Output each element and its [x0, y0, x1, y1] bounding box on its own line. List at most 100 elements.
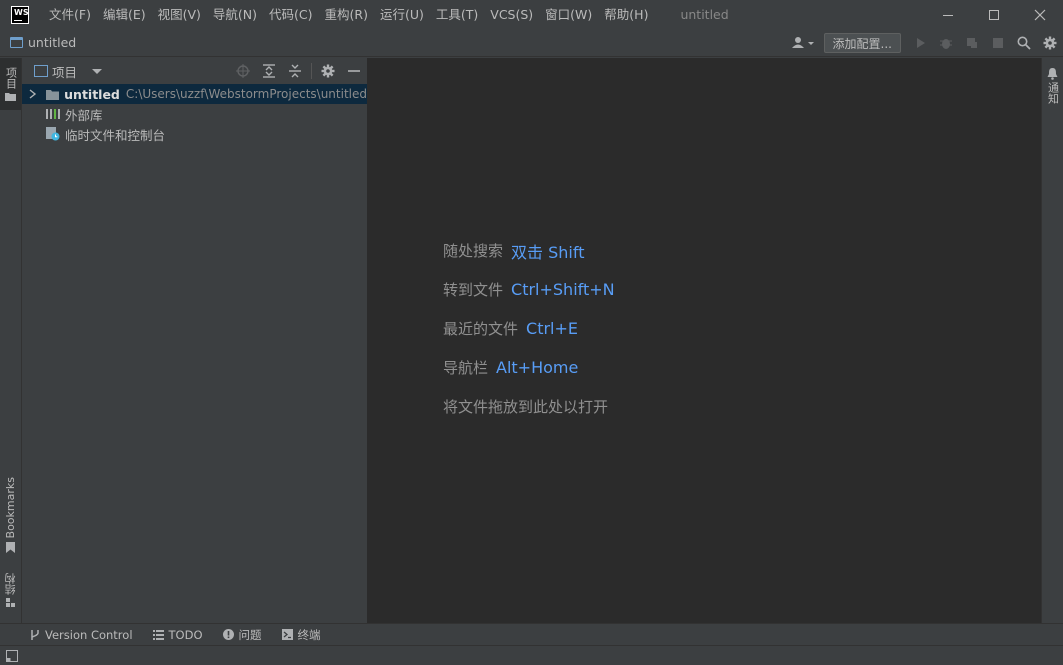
title-bar: WS 文件(F) 编辑(E) 视图(V) 导航(N) 代码(C) 重构(R) 运… — [0, 0, 1063, 29]
hint-goto-file: 转到文件 Ctrl+Shift+N — [443, 270, 615, 309]
hint-search-everywhere: 随处搜索 双击 Shift — [443, 231, 615, 270]
project-panel-header: 项目 — [22, 58, 367, 84]
settings-button[interactable] — [1037, 29, 1063, 57]
tree-item-label: 外部库 — [65, 107, 103, 123]
navigation-bar: untitled 添加配置... — [0, 29, 1063, 57]
breadcrumb[interactable]: untitled — [10, 35, 76, 50]
tree-row-external-libraries[interactable]: 外部库 — [22, 104, 367, 124]
hint-label: 将文件拖放到此处以打开 — [443, 398, 609, 416]
tree-item-label: 临时文件和控制台 — [65, 127, 166, 143]
minus-icon — [348, 70, 360, 72]
collapse-all-button[interactable] — [282, 58, 308, 84]
left-tool-strip: 项目 Bookmarks 结构 — [0, 58, 22, 623]
project-tab-label: 项目 — [4, 67, 18, 89]
right-tool-strip: 通知 — [1041, 58, 1063, 623]
terminal-label: 终端 — [297, 627, 321, 642]
project-panel-actions — [230, 58, 367, 84]
coverage-button[interactable] — [959, 29, 985, 57]
project-panel: 项目 untitled C:\Users\uzzf\WebstormProjec… — [22, 58, 368, 623]
project-tree: untitled C:\Users\uzzf\WebstormProjects\… — [22, 84, 367, 144]
menu-window[interactable]: 窗口(W) — [539, 0, 598, 29]
project-panel-title[interactable]: 项目 — [52, 62, 77, 81]
folder-icon — [5, 93, 16, 101]
tree-item-path: C:\Users\uzzf\WebstormProjects\untitled — [125, 87, 367, 101]
menu-vcs[interactable]: VCS(S) — [484, 0, 539, 29]
menu-navigate[interactable]: 导航(N) — [207, 0, 263, 29]
stop-button[interactable] — [985, 29, 1011, 57]
logo-text: WS — [14, 7, 29, 17]
menu-refactor[interactable]: 重构(R) — [319, 0, 374, 29]
run-icon — [917, 38, 925, 48]
run-button[interactable] — [907, 29, 933, 57]
menu-tools[interactable]: 工具(T) — [430, 0, 484, 29]
todo-label: TODO — [168, 627, 203, 642]
tree-row-project-root[interactable]: untitled C:\Users\uzzf\WebstormProjects\… — [22, 84, 367, 104]
debug-icon — [940, 39, 952, 49]
window-title: untitled — [680, 7, 729, 22]
bottom-tool-bar: Version Control TODO 问题 终端 — [0, 623, 1063, 645]
debug-button[interactable] — [933, 29, 959, 57]
hint-drop-files: 将文件拖放到此处以打开 — [443, 387, 615, 426]
close-window-button[interactable] — [1017, 0, 1063, 29]
window-controls — [925, 0, 1063, 29]
chevron-right-icon[interactable] — [29, 89, 37, 99]
editor-area[interactable]: 随处搜索 双击 Shift 转到文件 Ctrl+Shift+N 最近的文件 Ct… — [368, 58, 1041, 623]
problems-label: 问题 — [238, 627, 262, 642]
menu-view[interactable]: 视图(V) — [152, 0, 207, 29]
menu-file[interactable]: 文件(F) — [43, 0, 97, 29]
folder-icon — [45, 89, 60, 100]
bell-icon — [1047, 68, 1058, 80]
editor-empty-hints: 随处搜索 双击 Shift 转到文件 Ctrl+Shift+N 最近的文件 Ct… — [443, 231, 615, 426]
structure-icon — [5, 597, 15, 607]
hint-shortcut: Ctrl+E — [526, 319, 578, 338]
library-icon — [46, 109, 60, 119]
problems-tab[interactable]: 问题 — [222, 627, 262, 643]
main-toolbar: 添加配置... — [786, 29, 1063, 57]
notifications-tool-tab[interactable]: 通知 — [1042, 64, 1063, 108]
close-icon — [1034, 9, 1046, 20]
user-account-button[interactable] — [786, 29, 820, 57]
select-opened-file-button[interactable] — [230, 58, 256, 84]
todo-tab[interactable]: TODO — [152, 627, 203, 642]
hint-shortcut: 双击 Shift — [511, 242, 585, 262]
gear-icon — [321, 64, 335, 78]
menu-help[interactable]: 帮助(H) — [598, 0, 654, 29]
toggle-tool-windows-icon[interactable] — [6, 649, 18, 662]
notifications-tab-label: 通知 — [1046, 82, 1060, 104]
hide-panel-button[interactable] — [341, 58, 367, 84]
menu-edit[interactable]: 编辑(E) — [97, 0, 152, 29]
panel-options-button[interactable] — [315, 58, 341, 84]
hint-shortcut: Ctrl+Shift+N — [511, 280, 615, 299]
project-tool-tab[interactable]: 项目 — [0, 58, 21, 110]
bookmark-icon — [6, 542, 15, 554]
version-control-tab[interactable]: Version Control — [30, 628, 133, 642]
status-bar — [0, 645, 1063, 665]
menu-code[interactable]: 代码(C) — [263, 0, 318, 29]
project-view-icon — [34, 65, 48, 77]
bookmarks-tab-label: Bookmarks — [4, 476, 17, 539]
search-everywhere-button[interactable] — [1011, 29, 1037, 57]
minimize-button[interactable] — [925, 0, 971, 29]
add-configuration-button[interactable]: 添加配置... — [823, 33, 901, 53]
scratch-file-icon — [46, 127, 60, 141]
menu-run[interactable]: 运行(U) — [374, 0, 430, 29]
expand-all-button[interactable] — [256, 58, 282, 84]
hint-shortcut: Alt+Home — [496, 358, 579, 377]
menu-bar: 文件(F) 编辑(E) 视图(V) 导航(N) 代码(C) 重构(R) 运行(U… — [43, 0, 654, 29]
search-icon — [1017, 36, 1031, 50]
project-module-icon — [10, 37, 23, 48]
user-dropdown-icon — [791, 37, 814, 48]
structure-tab-label: 结构 — [3, 572, 17, 595]
structure-tool-tab[interactable]: 结构 — [0, 566, 21, 614]
bookmarks-tool-tab[interactable]: Bookmarks — [0, 476, 21, 554]
tree-row-scratches[interactable]: 临时文件和控制台 — [22, 124, 367, 144]
chevron-down-icon[interactable] — [91, 67, 103, 75]
locate-icon — [236, 64, 250, 78]
hint-label: 随处搜索 — [443, 242, 504, 260]
maximize-button[interactable] — [971, 0, 1017, 29]
branch-icon — [31, 629, 39, 640]
maximize-icon — [989, 9, 999, 20]
breadcrumb-project[interactable]: untitled — [28, 35, 76, 50]
webstorm-logo[interactable]: WS — [11, 5, 29, 24]
terminal-tab[interactable]: 终端 — [281, 627, 321, 643]
